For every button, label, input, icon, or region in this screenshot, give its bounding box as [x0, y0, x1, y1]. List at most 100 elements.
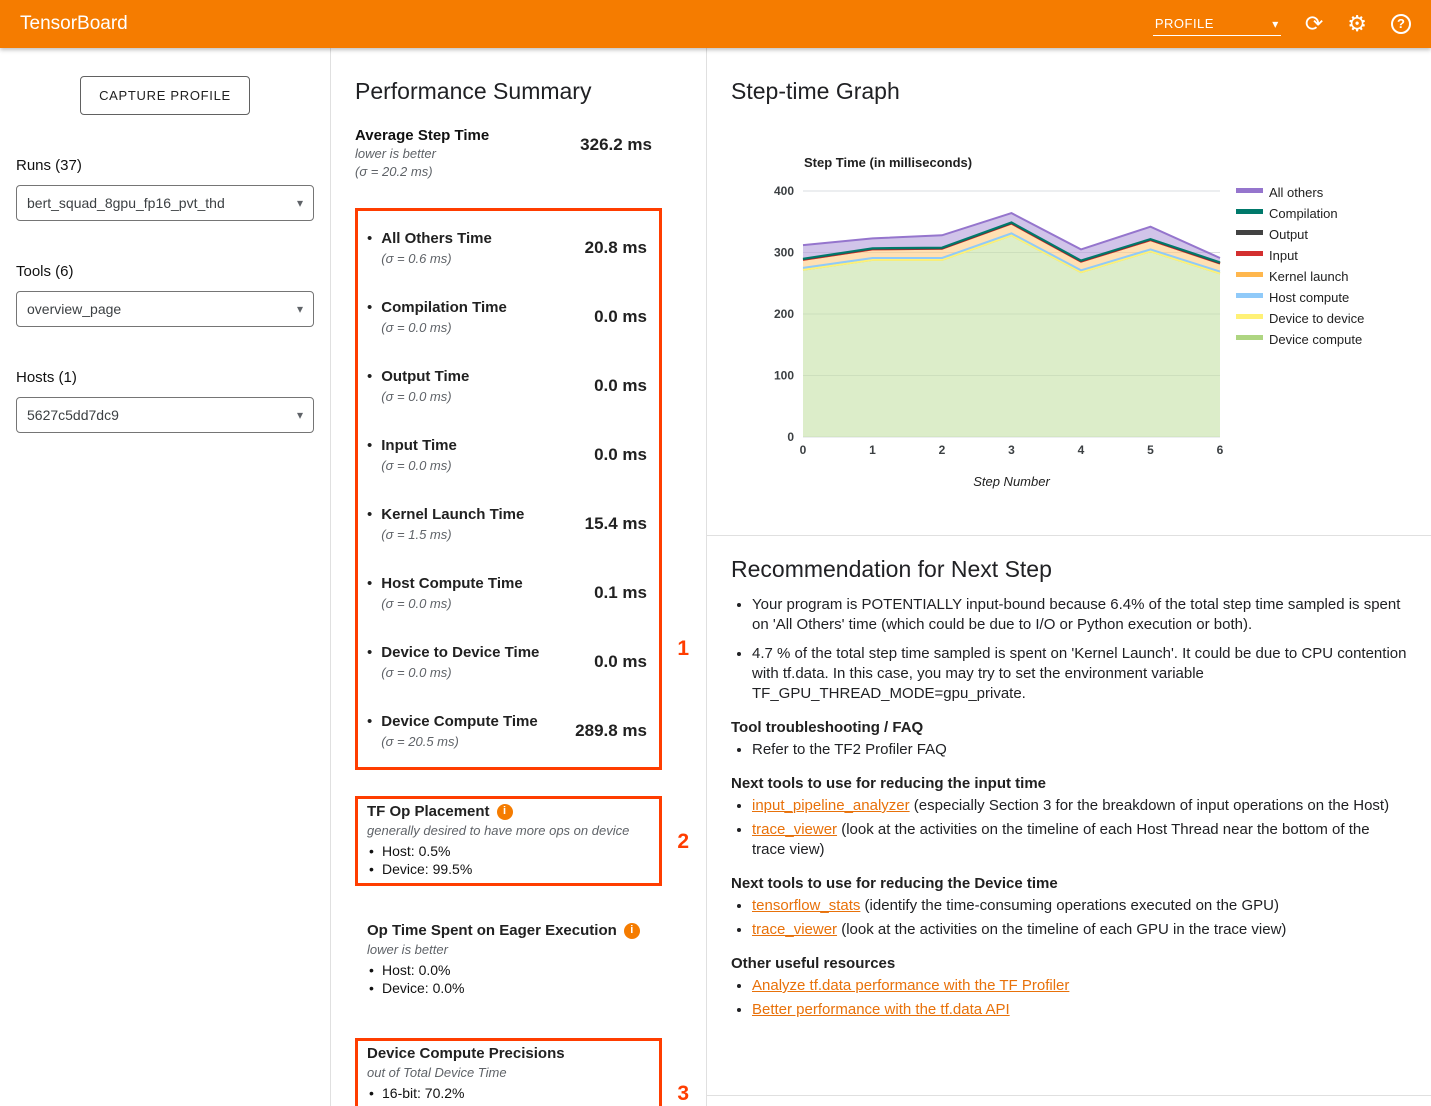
- gear-icon[interactable]: ⚙: [1347, 12, 1367, 36]
- legend-swatch: [1236, 188, 1263, 193]
- average-step-time: Average Step Time lower is better (σ = 2…: [355, 127, 662, 180]
- x-tick-label: 6: [1217, 443, 1224, 457]
- performance-summary-panel: Performance Summary Average Step Time lo…: [331, 48, 707, 1106]
- metric-sigma: (σ = 1.5 ms): [381, 527, 524, 542]
- tf-op-placement-title: TF Op Placement: [367, 802, 490, 821]
- chevron-down-icon: ▾: [297, 197, 303, 209]
- y-tick-label: 300: [774, 246, 794, 260]
- refresh-icon[interactable]: ⟳: [1305, 12, 1323, 36]
- section-list: Refer to the TF2 Profiler FAQ: [752, 740, 1407, 760]
- metric-value: 0.1 ms: [594, 583, 650, 603]
- dashboard-select[interactable]: PROFILE ▾: [1153, 12, 1281, 36]
- list-item-text: (especially Section 3 for the breakdown …: [910, 797, 1389, 814]
- metric-name: Input Time: [381, 436, 457, 455]
- list-item-text: (look at the activities on the timeline …: [837, 921, 1286, 938]
- runs-field: Runs (37) bert_squad_8gpu_fp16_pvt_thd ▾: [16, 157, 314, 221]
- metric-value: 0.0 ms: [594, 376, 650, 396]
- breakdown-row: Input Time (σ = 0.0 ms) 0.0 ms: [367, 420, 650, 489]
- legend-swatch: [1236, 251, 1263, 256]
- breakdown-row: Device Compute Time (σ = 20.5 ms) 289.8 …: [367, 696, 650, 765]
- list-item: Refer to the TF2 Profiler FAQ: [752, 740, 1407, 760]
- x-tick-label: 3: [1008, 443, 1015, 457]
- resource-link[interactable]: Analyze tf.data performance with the TF …: [752, 977, 1069, 994]
- runs-label: Runs (37): [16, 157, 314, 174]
- hosts-select[interactable]: 5627c5dd7dc9 ▾: [16, 397, 314, 433]
- breakdown-row: Compilation Time (σ = 0.0 ms) 0.0 ms: [367, 282, 650, 351]
- resource-link[interactable]: Better performance with the tf.data API: [752, 1001, 1010, 1018]
- metric-hint: lower is better: [355, 146, 489, 162]
- legend-label: Compilation: [1269, 206, 1338, 221]
- metric-value: 15.4 ms: [585, 514, 650, 534]
- y-tick-label: 100: [774, 369, 794, 383]
- capture-profile-button[interactable]: CAPTURE PROFILE: [80, 76, 250, 115]
- header-actions: PROFILE ▾ ⟳ ⚙ ?: [1153, 12, 1411, 36]
- app-header: TensorBoard PROFILE ▾ ⟳ ⚙ ?: [0, 0, 1431, 48]
- legend-swatch: [1236, 230, 1263, 235]
- section-heading: Tool troubleshooting / FAQ: [731, 718, 1407, 738]
- eager-execution-title: Op Time Spent on Eager Execution: [367, 921, 617, 940]
- tool-link[interactable]: trace_viewer: [752, 921, 837, 938]
- metric-sigma: (σ = 0.0 ms): [381, 596, 522, 611]
- list-item: 16-bit: 70.2%: [367, 1084, 650, 1102]
- tools-select[interactable]: overview_page ▾: [16, 291, 314, 327]
- recommendation-section: Recommendation for Next Step Your progra…: [707, 536, 1431, 1096]
- chart-title: Step Time (in milliseconds): [804, 155, 972, 170]
- y-tick-label: 200: [774, 307, 794, 321]
- x-tick-label: 4: [1078, 443, 1085, 457]
- legend-label: Input: [1269, 248, 1298, 263]
- list-item: trace_viewer (look at the activities on …: [752, 920, 1407, 940]
- info-icon[interactable]: i: [624, 923, 640, 939]
- hosts-label: Hosts (1): [16, 369, 314, 386]
- section-heading: Next tools to use for reducing the input…: [731, 774, 1407, 794]
- help-icon[interactable]: ?: [1391, 14, 1411, 34]
- tools-label: Tools (6): [16, 263, 314, 280]
- metric-value: 20.8 ms: [585, 238, 650, 258]
- app-title: TensorBoard: [20, 13, 128, 35]
- legend-swatch: [1236, 293, 1263, 298]
- list-item: Your program is POTENTIALLY input-bound …: [752, 595, 1407, 635]
- metric-sigma: (σ = 0.0 ms): [381, 320, 507, 335]
- legend-label: Device compute: [1269, 332, 1362, 347]
- x-tick-label: 0: [800, 443, 807, 457]
- hosts-select-value: 5627c5dd7dc9: [27, 407, 119, 423]
- chevron-down-icon: ▾: [1272, 18, 1279, 30]
- precisions-hint: out of Total Device Time: [367, 1065, 650, 1081]
- metric-value: 289.8 ms: [575, 721, 650, 741]
- y-tick-label: 0: [787, 430, 794, 444]
- metric-name: Device Compute Time: [381, 712, 537, 731]
- list-item: Device: 99.5%: [367, 860, 650, 878]
- tool-link[interactable]: trace_viewer: [752, 821, 837, 838]
- chevron-down-icon: ▾: [297, 303, 303, 315]
- metric-name: Compilation Time: [381, 298, 507, 317]
- metric-sigma: (σ = 0.0 ms): [381, 458, 457, 473]
- metric-sigma: (σ = 20.5 ms): [381, 734, 537, 749]
- chevron-down-icon: ▾: [297, 409, 303, 421]
- metric-name: Device to Device Time: [381, 643, 539, 662]
- main-content: CAPTURE PROFILE Runs (37) bert_squad_8gp…: [0, 48, 1431, 1106]
- legend-label: Host compute: [1269, 290, 1349, 305]
- runs-select[interactable]: bert_squad_8gpu_fp16_pvt_thd ▾: [16, 185, 314, 221]
- annotation-number-3: 3: [677, 1082, 689, 1106]
- breakdown-row: All Others Time (σ = 0.6 ms) 20.8 ms: [367, 213, 650, 282]
- tools-select-value: overview_page: [27, 301, 121, 317]
- eager-execution-hint: lower is better: [367, 942, 653, 958]
- section-list: tensorflow_stats (identify the time-cons…: [752, 896, 1407, 940]
- metric-sigma: (σ = 0.6 ms): [381, 251, 492, 266]
- tool-link[interactable]: input_pipeline_analyzer: [752, 797, 910, 814]
- section-list: input_pipeline_analyzer (especially Sect…: [752, 796, 1407, 860]
- info-icon[interactable]: i: [497, 804, 513, 820]
- metric-value: 0.0 ms: [594, 307, 650, 327]
- y-tick-label: 400: [774, 184, 794, 198]
- tool-link[interactable]: tensorflow_stats: [752, 897, 860, 914]
- list-item: tensorflow_stats (identify the time-cons…: [752, 896, 1407, 916]
- legend-swatch: [1236, 209, 1263, 214]
- legend-swatch: [1236, 314, 1263, 319]
- breakdown-row: Device to Device Time (σ = 0.0 ms) 0.0 m…: [367, 627, 650, 696]
- step-time-chart[interactable]: Step Time (in milliseconds) 0 100 200 300 400…: [751, 137, 1431, 499]
- legend-swatch: [1236, 335, 1263, 340]
- performance-summary-title: Performance Summary: [355, 78, 662, 105]
- list-item: Better performance with the tf.data API: [752, 1000, 1407, 1020]
- list-item-text: Refer to the TF2 Profiler FAQ: [752, 741, 947, 758]
- tf-op-placement-hint: generally desired to have more ops on de…: [367, 823, 650, 839]
- section-list: Analyze tf.data performance with the TF …: [752, 976, 1407, 1020]
